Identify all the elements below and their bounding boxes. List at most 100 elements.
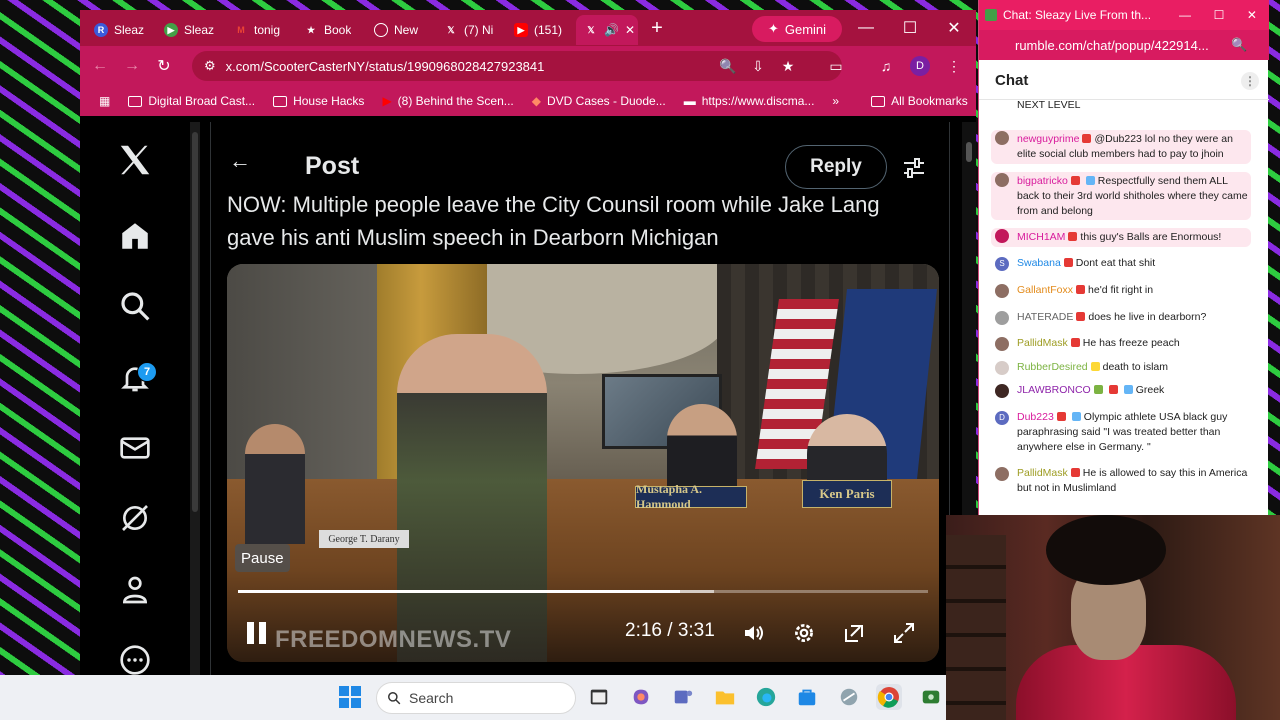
forward-button[interactable]: →: [116, 50, 148, 82]
close-window-button[interactable]: ✕: [1247, 8, 1257, 22]
bookmark-item[interactable]: ▶ (8) Behind the Scen...: [373, 94, 522, 108]
bookmark-item[interactable]: ▬ https://www.discma...: [675, 94, 824, 108]
chrome-icon[interactable]: [876, 684, 902, 710]
tab-6[interactable]: ▶ (151): [506, 15, 576, 45]
reply-button[interactable]: Reply: [785, 145, 887, 189]
volume-icon[interactable]: [739, 618, 769, 648]
link-icon: ◆: [531, 94, 541, 108]
zoom-icon[interactable]: 🔍: [716, 54, 740, 78]
chrome-icon: [374, 23, 388, 37]
home-icon[interactable]: [113, 214, 157, 258]
search-icon[interactable]: [113, 284, 157, 328]
chat-message: bigpatricko Respectfully send them ALL ba…: [991, 172, 1251, 220]
menu-icon[interactable]: ⋮: [942, 54, 966, 78]
task-view-icon[interactable]: [586, 684, 612, 710]
rumble-icon: R: [94, 23, 108, 37]
zoom-icon[interactable]: 🔍: [1231, 37, 1247, 53]
tab-4[interactable]: New: [366, 15, 436, 45]
grok-icon[interactable]: [113, 496, 157, 540]
new-tab-button[interactable]: +: [642, 17, 672, 40]
bookmarks-bar: ▦ Digital Broad Cast... House Hacks ▶ (8)…: [80, 86, 976, 116]
rumble-icon: ▶: [164, 23, 178, 37]
avatar: [995, 467, 1009, 481]
tab-1[interactable]: ▶ Sleaz: [156, 15, 226, 45]
browser-window: R Sleaz ▶ Sleaz Mtonig ★ Book New 𝕏 (7) Ni ▶…: [80, 10, 976, 675]
chat-message: HATERADE does he live in dearborn?: [991, 310, 1251, 325]
avatar: [995, 229, 1009, 243]
scrollbar-thumb[interactable]: [966, 142, 972, 162]
chat-message-list: NEXT LEVEL newguyprime @Dub223 lol no the…: [985, 100, 1255, 515]
minimize-button[interactable]: —: [846, 10, 886, 46]
store-icon[interactable]: [794, 684, 820, 710]
tab-2[interactable]: Mtonig: [226, 15, 296, 45]
apps-icon[interactable]: ▦: [90, 94, 119, 108]
back-button[interactable]: ←: [84, 50, 116, 82]
tab-active[interactable]: 𝕏 🔊 ✕: [576, 15, 638, 45]
install-app-icon[interactable]: ⇩: [746, 54, 770, 78]
avatar: [995, 361, 1009, 375]
badge-icon: [1070, 468, 1080, 477]
back-arrow-icon[interactable]: ←: [229, 148, 251, 174]
site-info-icon[interactable]: ⚙: [204, 58, 216, 74]
more-bookmarks-icon[interactable]: »: [823, 94, 848, 108]
edge-icon[interactable]: [753, 684, 779, 710]
badge-icon: [1076, 285, 1086, 294]
nameplate: Ken Paris: [802, 480, 892, 508]
chat-menu-icon[interactable]: ⋮: [1241, 72, 1259, 90]
bookmark-item[interactable]: House Hacks: [264, 94, 373, 108]
app-icon[interactable]: [836, 684, 862, 710]
settings-gear-icon[interactable]: [789, 618, 819, 648]
fullscreen-icon[interactable]: [889, 618, 919, 648]
gemini-button[interactable]: ✦ Gemini: [752, 16, 842, 42]
search-icon: [388, 692, 401, 705]
reload-button[interactable]: ↻: [148, 50, 180, 82]
maximize-button[interactable]: ☐: [1214, 8, 1225, 22]
tab-0[interactable]: R Sleaz: [86, 15, 156, 45]
post-column: ← Post Reply NOW: Multiple people leave …: [210, 122, 950, 675]
page-title: Post: [305, 152, 360, 180]
video-player[interactable]: Mustapha A. Hammoud Ken Paris George T. …: [227, 264, 939, 662]
minimize-button[interactable]: —: [1179, 8, 1191, 22]
video-watermark: FREEDOMNEWS.TV: [275, 626, 512, 653]
badge-icon: [1090, 362, 1100, 371]
close-window-button[interactable]: ✕: [934, 10, 974, 46]
chat-message: JLAWBRONCO Greek: [991, 383, 1251, 398]
bookmark-item[interactable]: ◆ DVD Cases - Duode...: [523, 94, 675, 108]
x-icon: 𝕏: [587, 24, 595, 35]
all-bookmarks[interactable]: All Bookmarks: [862, 94, 976, 108]
pause-icon[interactable]: [247, 622, 269, 644]
sidebar-scrollbar[interactable]: [190, 122, 200, 675]
copilot-icon[interactable]: [628, 684, 654, 710]
address-bar[interactable]: ⚙ x.com/ScooterCasterNY/status/199096802…: [192, 51, 842, 81]
badge-icon: [1063, 258, 1073, 267]
tab-5[interactable]: 𝕏 (7) Ni: [436, 15, 506, 45]
speaker-icon[interactable]: 🔊: [604, 23, 619, 37]
x-logo-icon[interactable]: [113, 138, 157, 182]
chat-message: RubberDesired death to islam: [991, 360, 1251, 375]
video-progress-bar[interactable]: [238, 590, 928, 593]
profile-icon[interactable]: [113, 568, 157, 612]
file-explorer-icon[interactable]: [712, 684, 738, 710]
close-tab-icon[interactable]: ✕: [625, 23, 635, 37]
media-controls-icon[interactable]: ♫: [874, 54, 898, 78]
teams-icon[interactable]: [670, 684, 696, 710]
picture-in-picture-icon[interactable]: [839, 618, 869, 648]
chat-scrollbar[interactable]: [1259, 100, 1267, 515]
profile-avatar[interactable]: D: [910, 56, 930, 76]
more-icon[interactable]: [113, 638, 157, 675]
chat-popup-window: Chat: Sleazy Live From th... — ☐ ✕ rumbl…: [978, 0, 1269, 515]
bookmark-item[interactable]: Digital Broad Cast...: [119, 94, 264, 108]
chat-heading: Chat ⋮: [979, 62, 1269, 100]
tab-3[interactable]: ★ Book: [296, 15, 366, 45]
taskbar-search[interactable]: Search: [376, 682, 576, 714]
scrollbar-thumb[interactable]: [192, 132, 198, 512]
reading-mode-icon[interactable]: ▭: [824, 54, 848, 78]
sparkle-icon: ✦: [767, 21, 779, 36]
chat-url-bar[interactable]: rumble.com/chat/popup/422914... 🔍: [979, 30, 1269, 60]
streaming-app-icon[interactable]: [918, 684, 944, 710]
messages-envelope-icon[interactable]: [113, 426, 157, 470]
maximize-button[interactable]: ☐: [890, 10, 930, 46]
windows-start-icon[interactable]: [337, 684, 363, 710]
bookmark-star-icon[interactable]: ★: [776, 54, 800, 78]
sliders-icon[interactable]: [901, 156, 927, 185]
